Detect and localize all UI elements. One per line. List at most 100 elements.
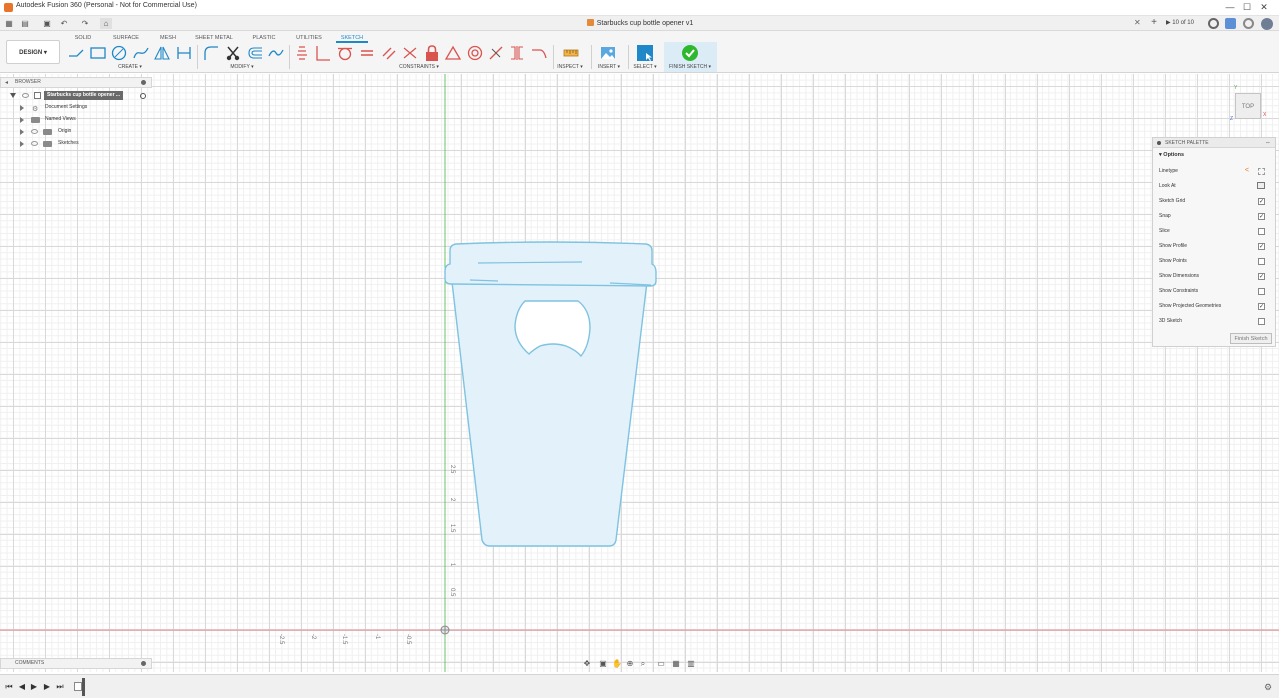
timeline-settings-gear-icon[interactable]: ⚙ [1264, 682, 1272, 693]
circle-icon[interactable] [110, 44, 128, 62]
tab-utilities[interactable]: UTILITIES [293, 33, 325, 43]
display-settings-icon[interactable]: ▭ [656, 659, 666, 669]
show-constraints-checkbox[interactable] [1258, 288, 1265, 295]
fillet-icon[interactable] [202, 44, 220, 62]
3d-sketch-checkbox[interactable] [1258, 318, 1265, 325]
sketch-palette[interactable]: SKETCH PALETTE ⇔ ▾ Options Linetype < Lo… [1152, 137, 1276, 347]
zoom-icon[interactable]: ⊕ [625, 659, 635, 669]
constraints-menu[interactable]: CONSTRAINTS ▾ [396, 64, 442, 70]
tab-sketch[interactable]: SKETCH [336, 33, 368, 43]
expanded-triangle-icon[interactable] [10, 93, 16, 98]
viewcube[interactable]: TOP [1235, 93, 1261, 119]
expand-triangle-icon[interactable] [20, 105, 24, 111]
visibility-eye-icon[interactable] [31, 129, 38, 134]
break-icon[interactable] [267, 44, 285, 62]
design-canvas[interactable]: 2.5 2 1.5 1 0.5 -2.5 -2 -1.5 -1 -0.5 [0, 74, 1279, 672]
close-window-button[interactable]: ✕ [1257, 1, 1271, 14]
grid-settings-icon[interactable]: ▦ [671, 659, 681, 669]
sketch-grid-checkbox[interactable]: ✓ [1258, 198, 1265, 205]
collinear-constraint-icon[interactable] [401, 44, 419, 62]
look-at-nav-icon[interactable]: ▣ [598, 659, 608, 669]
inspect-menu[interactable]: INSPECT ▾ [555, 64, 585, 70]
symmetry-constraint-icon[interactable] [508, 44, 526, 62]
trim-icon[interactable] [224, 44, 242, 62]
browser-panel[interactable]: ◂ BROWSER [0, 77, 152, 88]
timeline-marker[interactable] [82, 678, 85, 696]
browser-item-origin[interactable]: Origin [0, 126, 152, 137]
coincident-constraint-icon[interactable] [293, 44, 311, 62]
browser-root-item[interactable]: Starbucks cup bottle opener ... [0, 90, 152, 101]
comments-panel[interactable]: COMMENTS [0, 658, 152, 669]
select-icon[interactable] [636, 44, 654, 62]
expand-palette-icon[interactable]: ⇔ [1265, 138, 1271, 148]
finish-sketch-icon[interactable] [681, 44, 699, 62]
online-status-icon[interactable] [1208, 18, 1219, 29]
insert-menu[interactable]: INSERT ▾ [594, 64, 624, 70]
browser-item-named-views[interactable]: Named Views [0, 114, 152, 125]
play-icon[interactable]: ▶ [29, 682, 39, 692]
line-icon[interactable] [67, 44, 85, 62]
finish-sketch-menu[interactable]: FINISH SKETCH ▾ [665, 64, 715, 70]
fix-constraint-icon[interactable] [423, 44, 441, 62]
show-dimensions-checkbox[interactable]: ✓ [1258, 273, 1265, 280]
redo-icon[interactable]: ↷ [79, 18, 91, 29]
slice-checkbox[interactable] [1258, 228, 1265, 235]
perpendicular-constraint-icon[interactable] [314, 44, 332, 62]
home-icon[interactable]: ⌂ [100, 18, 112, 29]
workspace-switcher[interactable]: DESIGN ▾ [6, 40, 60, 64]
show-projected-geometries-checkbox[interactable]: ✓ [1258, 303, 1265, 310]
browser-item-document-settings[interactable]: ⚙ Document Settings [0, 102, 152, 113]
visibility-eye-icon[interactable] [31, 141, 38, 146]
avatar[interactable] [1261, 18, 1273, 30]
close-tab-button[interactable]: ✕ [1134, 17, 1144, 29]
pan-hand-icon[interactable]: ✋ [612, 659, 622, 669]
maximize-button[interactable]: ☐ [1240, 1, 1254, 14]
viewports-icon[interactable]: ▥ [686, 659, 696, 669]
centerline-linetype-icon[interactable] [1258, 168, 1265, 175]
notifications-icon[interactable] [1225, 18, 1236, 29]
tangent-constraint-icon[interactable] [336, 44, 354, 62]
look-at-icon[interactable] [1257, 182, 1265, 189]
timeline-sketch-feature[interactable] [74, 682, 82, 691]
orbit-icon[interactable]: ✥ [582, 659, 592, 669]
panel-pin-icon[interactable] [141, 80, 146, 85]
rectangle-icon[interactable] [89, 44, 107, 62]
palette-finish-sketch-button[interactable]: Finish Sketch [1230, 333, 1272, 344]
go-to-end-icon[interactable]: ⏭ [55, 682, 65, 692]
dimension-icon[interactable] [175, 44, 193, 62]
mirror-icon[interactable] [153, 44, 171, 62]
help-icon[interactable] [1243, 18, 1254, 29]
go-to-start-icon[interactable]: ⏮ [4, 682, 14, 692]
expand-triangle-icon[interactable] [20, 117, 24, 123]
job-status[interactable]: ▶ 10 of 10 [1166, 18, 1202, 29]
undo-icon[interactable]: ↶ [58, 18, 70, 29]
measure-icon[interactable] [562, 44, 580, 62]
zoom-window-icon[interactable]: ⌕ [638, 659, 648, 669]
collapse-panel-icon[interactable]: ◂ [5, 79, 8, 86]
sketch-viewport[interactable]: 2.5 2 1.5 1 0.5 -2.5 -2 -1.5 -1 -0.5 [0, 74, 1279, 672]
browser-item-sketches[interactable]: Sketches [0, 138, 152, 149]
concentric-constraint-icon[interactable] [466, 44, 484, 62]
insert-image-icon[interactable] [599, 44, 617, 62]
visibility-eye-icon[interactable] [22, 93, 29, 98]
expand-triangle-icon[interactable] [20, 129, 24, 135]
step-back-icon[interactable]: ◀ [17, 682, 27, 692]
show-profile-checkbox[interactable]: ✓ [1258, 243, 1265, 250]
palette-pin-icon[interactable] [1157, 141, 1161, 145]
tab-surface[interactable]: SURFACE [110, 33, 142, 43]
minimize-button[interactable]: — [1223, 1, 1237, 14]
midpoint-constraint-icon[interactable] [487, 44, 505, 62]
create-menu[interactable]: CREATE ▾ [112, 64, 148, 70]
expand-triangle-icon[interactable] [20, 141, 24, 147]
new-tab-button[interactable]: + [1148, 17, 1160, 29]
cup-lid-profile[interactable] [444, 241, 657, 287]
construction-linetype-icon[interactable]: < [1245, 165, 1249, 177]
file-icon[interactable]: ▤ [19, 18, 31, 29]
activate-radio-icon[interactable] [140, 93, 146, 99]
parallel-constraint-icon[interactable] [380, 44, 398, 62]
triangle-constraint-icon[interactable] [444, 44, 462, 62]
document-tab[interactable]: Starbucks cup bottle opener v1 [560, 18, 720, 30]
modify-menu[interactable]: MODIFY ▾ [224, 64, 260, 70]
save-icon[interactable]: ▣ [41, 18, 53, 29]
tab-solid[interactable]: SOLID [70, 33, 96, 43]
